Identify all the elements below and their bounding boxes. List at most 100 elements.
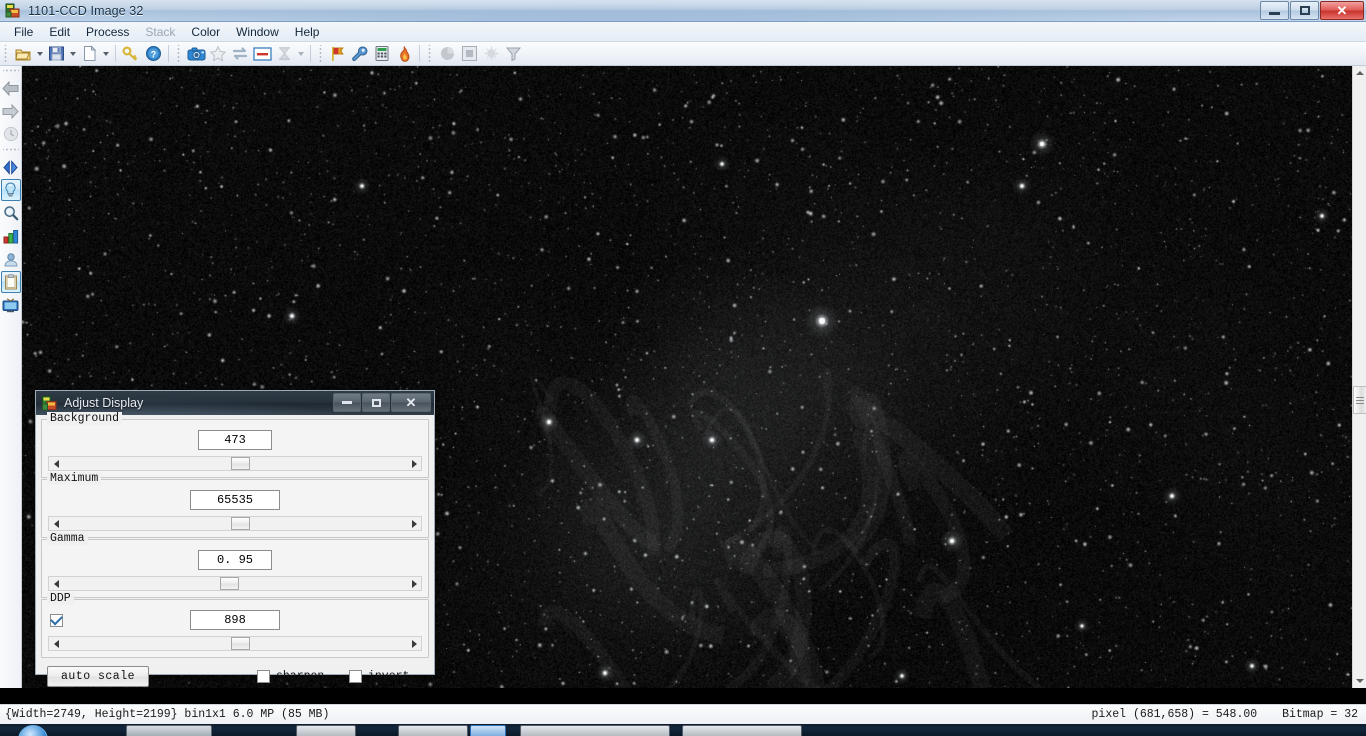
scroll-up-button[interactable] [1353, 66, 1366, 80]
taskbar-item-app-4[interactable] [520, 725, 670, 736]
maximum-field-row: 65535 [48, 489, 422, 511]
save-file-dropdown-icon[interactable] [67, 43, 78, 65]
menu-file[interactable]: File [6, 23, 41, 41]
square-frame-icon[interactable] [458, 43, 480, 65]
gamma-field-row: 0. 95 [48, 549, 422, 571]
ddp-slider-left-arrow[interactable] [49, 637, 63, 650]
window-caption-buttons: ✕ [1259, 1, 1364, 20]
dialog-footer: auto scale sharpen invert [41, 659, 429, 689]
main-toolbar: ? [0, 42, 1366, 66]
profile-icon[interactable] [1, 248, 21, 270]
background-slider[interactable] [48, 456, 422, 471]
clock-icon[interactable] [1, 123, 21, 145]
ddp-slider-right-arrow[interactable] [407, 637, 421, 650]
save-file-icon[interactable] [45, 43, 67, 65]
taskbar-item-app-1[interactable] [296, 725, 356, 736]
monitor-icon[interactable] [1, 294, 21, 316]
ddp-checkbox[interactable] [50, 613, 63, 627]
histogram-icon[interactable] [251, 43, 273, 65]
ddp-slider[interactable] [48, 636, 422, 651]
vertical-scroll-thumb[interactable] [1353, 386, 1366, 414]
menu-color[interactable]: Color [183, 23, 228, 41]
taskbar-item-explorer[interactable] [126, 725, 212, 736]
background-value-input[interactable]: 473 [198, 430, 272, 450]
open-file-dropdown-icon[interactable] [34, 43, 45, 65]
ddp-label: DDP [47, 592, 74, 605]
background-slider-thumb[interactable] [231, 457, 250, 470]
dialog-maximize-button[interactable] [362, 393, 390, 412]
open-file-icon[interactable] [12, 43, 34, 65]
maximum-slider[interactable] [48, 516, 422, 531]
help-icon[interactable]: ? [142, 43, 164, 65]
funnel-icon[interactable] [502, 43, 524, 65]
window-close-button[interactable]: ✕ [1320, 1, 1364, 20]
start-orb-icon[interactable] [18, 725, 48, 736]
gamma-value-input[interactable]: 0. 95 [198, 550, 272, 570]
sharpen-option[interactable]: sharpen [257, 669, 325, 683]
new-file-icon[interactable] [78, 43, 100, 65]
svg-text:?: ? [150, 49, 156, 59]
maximum-slider-thumb[interactable] [231, 517, 250, 530]
taskbar-item-app-3[interactable] [470, 725, 506, 736]
background-slider-right-arrow[interactable] [407, 457, 421, 470]
magnifier-icon[interactable] [1, 202, 21, 224]
sharpen-checkbox[interactable] [257, 669, 270, 683]
auto-scale-button[interactable]: auto scale [47, 665, 149, 687]
sync-arrows-icon[interactable] [229, 43, 251, 65]
scroll-down-button[interactable] [1353, 674, 1366, 688]
flip-horizontal-icon[interactable] [1, 156, 21, 178]
window-minimize-button[interactable] [1260, 1, 1289, 20]
window-restore-button[interactable] [1290, 1, 1319, 20]
clipboard-icon[interactable] [0, 271, 21, 293]
gamma-slider-thumb[interactable] [220, 577, 239, 590]
toolbar-grip-2[interactable] [176, 44, 183, 63]
lightbulb-icon[interactable] [0, 179, 21, 201]
gamma-slider[interactable] [48, 576, 422, 591]
forward-arrow-icon[interactable] [1, 100, 21, 122]
sphere-icon[interactable] [436, 43, 458, 65]
calculator-icon[interactable] [371, 43, 393, 65]
new-file-dropdown-icon[interactable] [100, 43, 111, 65]
dialog-close-button[interactable]: ✕ [391, 393, 431, 412]
invert-option[interactable]: invert [349, 669, 409, 683]
maximum-value-input[interactable]: 65535 [190, 490, 280, 510]
left-toolbar-grip-2[interactable] [2, 147, 19, 154]
menu-help[interactable]: Help [287, 23, 328, 41]
taskbar-item-app-2[interactable] [398, 725, 468, 736]
ddp-slider-thumb[interactable] [231, 637, 250, 650]
hourglass-dropdown-icon [295, 43, 306, 65]
ddp-value-input[interactable]: 898 [190, 610, 280, 630]
taskbar-item-app-5[interactable] [682, 725, 802, 736]
sharpen-label: sharpen [276, 669, 325, 683]
windows-taskbar[interactable] [0, 724, 1366, 736]
flag-icon[interactable] [327, 43, 349, 65]
starburst-icon[interactable] [480, 43, 502, 65]
toolbar-grip-1[interactable] [3, 44, 10, 63]
key-icon[interactable] [120, 43, 142, 65]
menu-window[interactable]: Window [228, 23, 287, 41]
gamma-slider-right-arrow[interactable] [407, 577, 421, 590]
toolbar-grip-4[interactable] [427, 44, 434, 63]
camera-icon[interactable] [185, 43, 207, 65]
flame-icon[interactable] [393, 43, 415, 65]
menu-edit[interactable]: Edit [41, 23, 78, 41]
wrench-icon[interactable] [349, 43, 371, 65]
dialog-minimize-button[interactable] [333, 393, 361, 412]
image-info-text: {Width=2749, Height=2199} bin1x1 6.0 MP … [5, 708, 330, 721]
gamma-slider-left-arrow[interactable] [49, 577, 63, 590]
vertical-scrollbar[interactable] [1352, 66, 1366, 688]
back-arrow-icon[interactable] [1, 77, 21, 99]
menu-process[interactable]: Process [78, 23, 137, 41]
maximum-slider-left-arrow[interactable] [49, 517, 63, 530]
invert-checkbox[interactable] [349, 669, 362, 683]
background-slider-left-arrow[interactable] [49, 457, 63, 470]
maximum-slider-right-arrow[interactable] [407, 517, 421, 530]
bar-chart-icon[interactable] [1, 225, 21, 247]
adjust-display-dialog[interactable]: Adjust Display ✕ Background 473 Maximum … [35, 390, 435, 687]
left-toolbar-grip-1[interactable] [2, 68, 19, 75]
app-icon [5, 3, 21, 19]
toolbar-grip-3[interactable] [318, 44, 325, 63]
application-window: 1101-CCD Image 32 ✕ File Edit Process St… [0, 0, 1366, 736]
star-icon[interactable] [207, 43, 229, 65]
background-field-row: 473 [48, 429, 422, 451]
